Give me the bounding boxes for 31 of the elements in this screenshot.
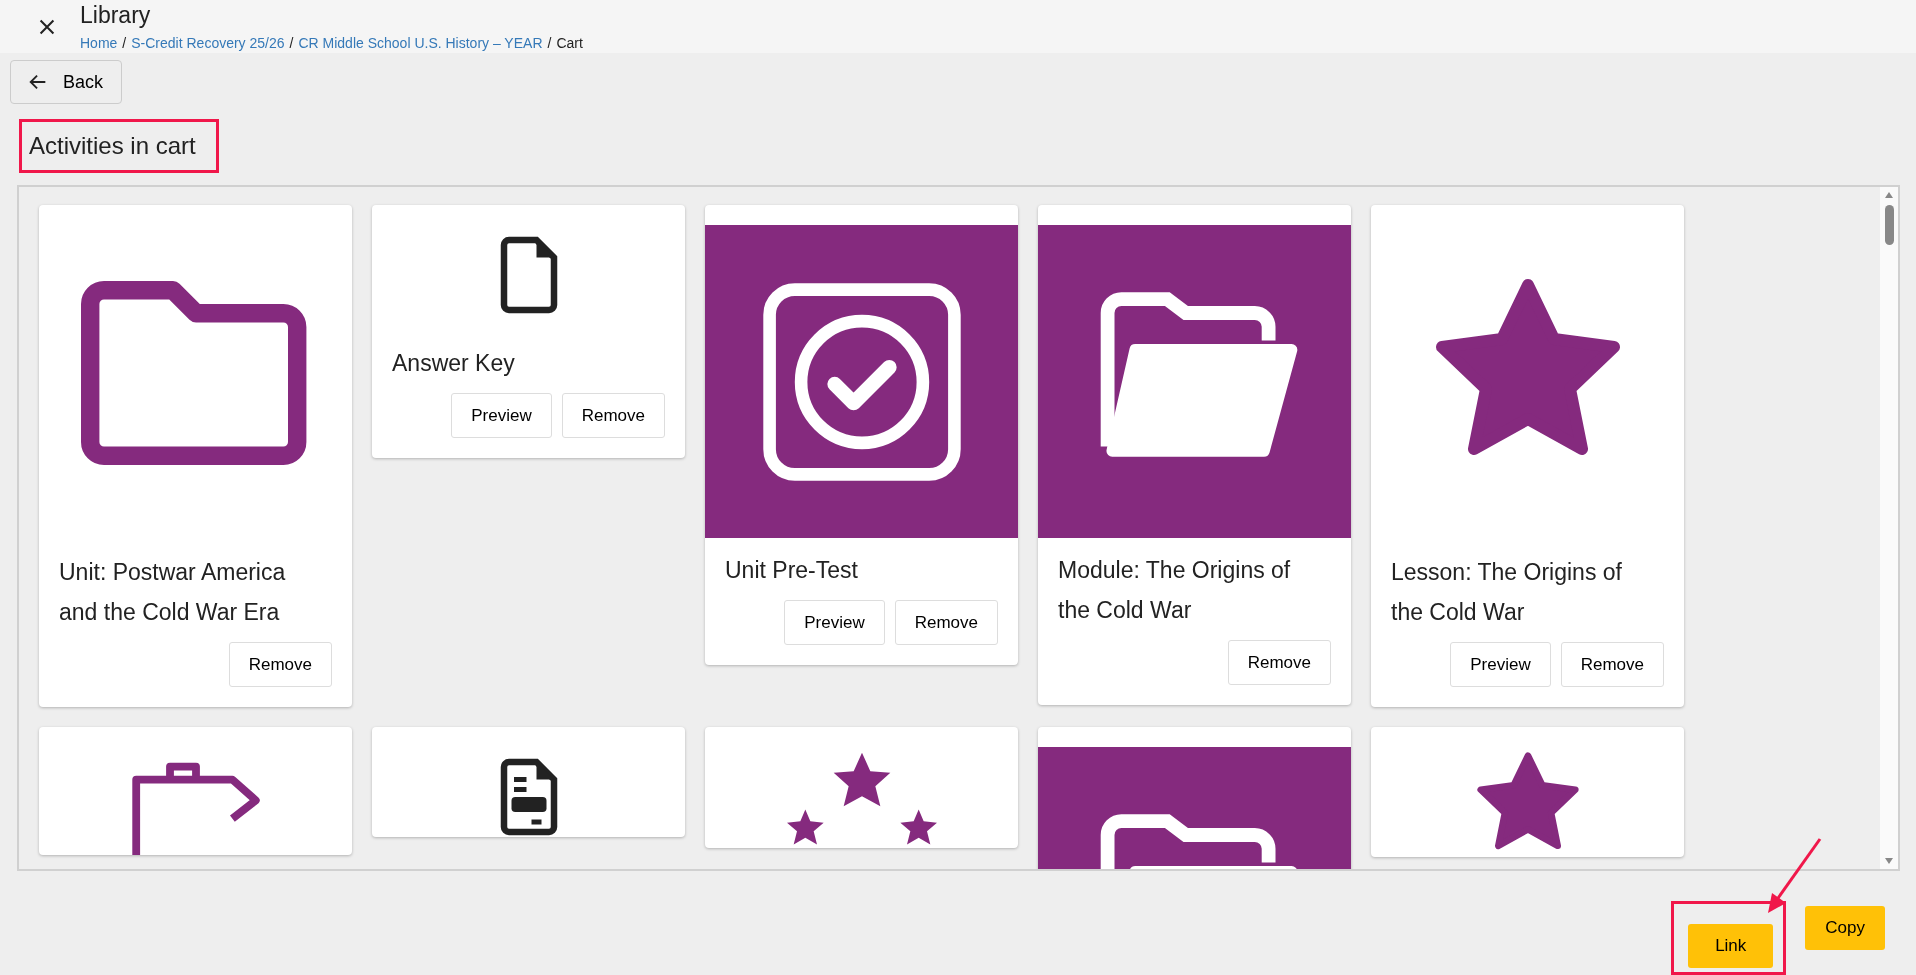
breadcrumb-link[interactable]: CR Middle School U.S. History – YEAR (298, 35, 543, 51)
footer-button[interactable]: Link (1688, 924, 1774, 968)
card-button[interactable]: Preview (1450, 642, 1551, 687)
scroll-up-icon[interactable] (1884, 191, 1894, 199)
card-button[interactable]: Remove (894, 600, 998, 645)
breadcrumb-link[interactable]: Home (80, 35, 118, 51)
scrollbar-thumb[interactable] (1884, 205, 1894, 245)
breadcrumb-current: Cart (556, 35, 583, 51)
card-title: Answer Key (391, 349, 516, 378)
card-button[interactable]: Remove (1560, 642, 1664, 687)
breadcrumb-separator: / (289, 35, 294, 51)
card-button[interactable]: Remove (228, 642, 332, 687)
back-button[interactable]: Back (10, 60, 123, 104)
card-button[interactable]: Preview (784, 600, 885, 645)
footer-button[interactable]: Copy (1805, 906, 1885, 950)
scroll-down-icon[interactable] (1884, 857, 1894, 865)
breadcrumb-separator: / (122, 35, 127, 51)
card-button[interactable]: Remove (561, 393, 665, 438)
card-button[interactable]: Remove (1227, 640, 1331, 685)
section-heading: Activities in cart (19, 119, 219, 173)
breadcrumb-separator: / (547, 35, 552, 51)
page-title: Library (80, 2, 152, 29)
card-title: Module: The Origins of the Cold War (1057, 556, 1292, 625)
card-title: Lesson: The Origins of the Cold War (1390, 558, 1623, 627)
document-icon (498, 235, 559, 315)
card-button[interactable]: Preview (451, 393, 552, 438)
card-title: Unit: Postwar America and the Cold War Era (58, 558, 287, 627)
scrollbar[interactable] (1880, 187, 1898, 869)
card-title: Unit Pre-Test (724, 556, 859, 585)
document-lines-icon (498, 757, 559, 837)
breadcrumb-link[interactable]: S-Credit Recovery 25/26 (131, 35, 285, 51)
